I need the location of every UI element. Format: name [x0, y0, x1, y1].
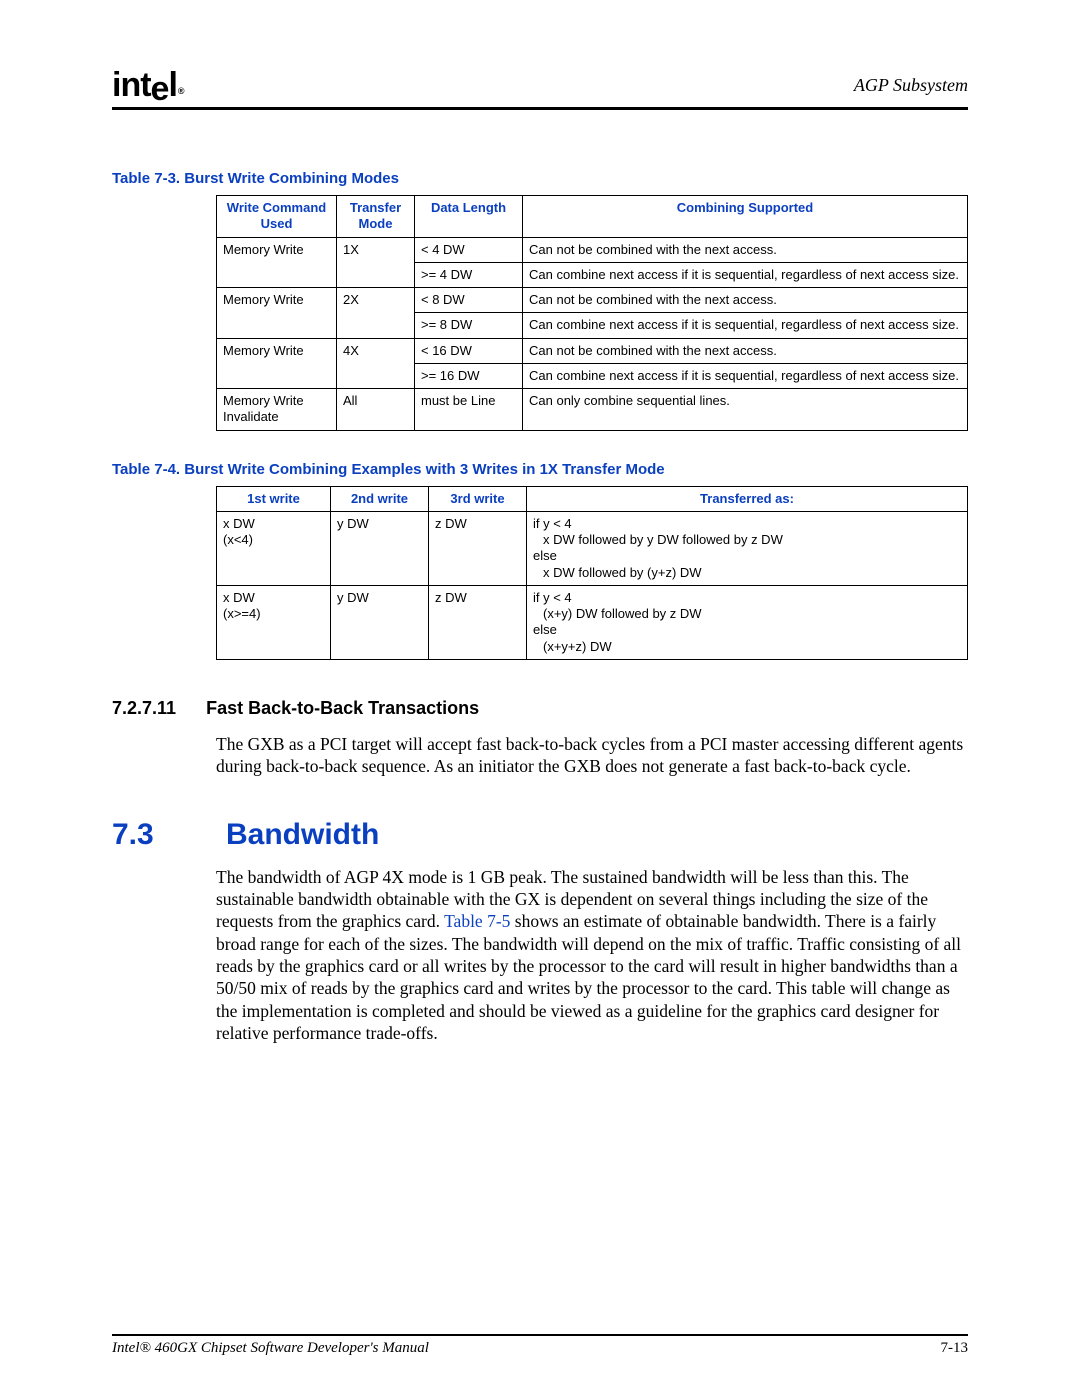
table-row: Memory Write 1X < 4 DW Can not be combin… — [217, 237, 968, 262]
cell: must be Line — [415, 389, 523, 431]
text: (x>=4) — [223, 606, 261, 621]
cell: Can combine next access if it is sequent… — [523, 262, 968, 287]
cell: x DW (x>=4) — [217, 585, 331, 659]
cell: Can combine next access if it is sequent… — [523, 313, 968, 338]
col-header: 1st write — [217, 486, 331, 511]
col-header: 2nd write — [331, 486, 429, 511]
text: else — [533, 622, 557, 637]
text: (x<4) — [223, 532, 253, 547]
text: x DW — [223, 590, 255, 605]
cell: Can only combine sequential lines. — [523, 389, 968, 431]
page-header: intel® AGP Subsystem — [112, 65, 968, 105]
subsection-title: Fast Back-to-Back Transactions — [206, 698, 479, 719]
table-7-4-caption: Table 7-4. Burst Write Combining Example… — [112, 461, 968, 478]
col-header: Write Command Used — [217, 196, 337, 238]
subsection-number: 7.2.7.11 — [112, 698, 176, 719]
cell: Can not be combined with the next access… — [523, 237, 968, 262]
col-header: Combining Supported — [523, 196, 968, 238]
text: if y < 4 — [533, 516, 572, 531]
cell: >= 16 DW — [415, 363, 523, 388]
cell: x DW (x<4) — [217, 511, 331, 585]
table-row: x DW (x<4) y DW z DW if y < 4 x DW follo… — [217, 511, 968, 585]
col-header: Transfer Mode — [337, 196, 415, 238]
intel-logo: intel® — [112, 66, 183, 105]
section-title: Bandwidth — [226, 818, 379, 852]
footer-manual-title: Intel® 460GX Chipset Software Developer'… — [112, 1340, 429, 1357]
subsection-heading: 7.2.7.11 Fast Back-to-Back Transactions — [112, 698, 968, 719]
table-7-3-caption: Table 7-3. Burst Write Combining Modes — [112, 170, 968, 187]
cell: Can not be combined with the next access… — [523, 338, 968, 363]
cell: Memory Write Invalidate — [217, 389, 337, 431]
header-rule — [112, 107, 968, 110]
cell: 1X — [337, 237, 415, 288]
footer-rule — [112, 1334, 968, 1336]
col-header: Data Length — [415, 196, 523, 238]
text: x DW — [223, 516, 255, 531]
cell: < 4 DW — [415, 237, 523, 262]
cell: y DW — [331, 511, 429, 585]
table-row: Memory Write 4X < 16 DW Can not be combi… — [217, 338, 968, 363]
text: x DW followed by (y+z) DW — [533, 565, 961, 581]
text: else — [533, 548, 557, 563]
cell: Memory Write — [217, 288, 337, 339]
paragraph: The bandwidth of AGP 4X mode is 1 GB pea… — [216, 866, 971, 1045]
text: (x+y) DW followed by z DW — [533, 606, 961, 622]
footer-page-number: 7-13 — [941, 1340, 969, 1357]
cell: Memory Write — [217, 237, 337, 288]
cell: if y < 4 x DW followed by y DW followed … — [527, 511, 968, 585]
section-number: 7.3 — [112, 818, 162, 852]
cell: y DW — [331, 585, 429, 659]
text: if y < 4 — [533, 590, 572, 605]
table-7-4: 1st write 2nd write 3rd write Transferre… — [216, 486, 968, 660]
cell: < 16 DW — [415, 338, 523, 363]
cell: Memory Write — [217, 338, 337, 389]
cell: Can combine next access if it is sequent… — [523, 363, 968, 388]
table-7-3: Write Command Used Transfer Mode Data Le… — [216, 195, 968, 431]
page-footer: Intel® 460GX Chipset Software Developer'… — [112, 1334, 968, 1357]
table-header-row: 1st write 2nd write 3rd write Transferre… — [217, 486, 968, 511]
col-header: 3rd write — [429, 486, 527, 511]
header-section-title: AGP Subsystem — [854, 75, 968, 96]
cell: Can not be combined with the next access… — [523, 288, 968, 313]
cell: >= 4 DW — [415, 262, 523, 287]
section-heading: 7.3 Bandwidth — [112, 818, 968, 852]
page: intel® AGP Subsystem Table 7-3. Burst Wr… — [0, 0, 1080, 1397]
text: x DW followed by y DW followed by z DW — [533, 532, 961, 548]
cell: < 8 DW — [415, 288, 523, 313]
table-header-row: Write Command Used Transfer Mode Data Le… — [217, 196, 968, 238]
cell: z DW — [429, 585, 527, 659]
col-header: Transferred as: — [527, 486, 968, 511]
cell: 2X — [337, 288, 415, 339]
cell: 4X — [337, 338, 415, 389]
table-row: x DW (x>=4) y DW z DW if y < 4 (x+y) DW … — [217, 585, 968, 659]
table-row: Memory Write Invalidate All must be Line… — [217, 389, 968, 431]
cell: All — [337, 389, 415, 431]
text: (x+y+z) DW — [533, 639, 961, 655]
table-reference-link[interactable]: Table 7-5 — [444, 911, 510, 931]
cell: if y < 4 (x+y) DW followed by z DW else … — [527, 585, 968, 659]
cell: >= 8 DW — [415, 313, 523, 338]
table-row: Memory Write 2X < 8 DW Can not be combin… — [217, 288, 968, 313]
cell: z DW — [429, 511, 527, 585]
paragraph: The GXB as a PCI target will accept fast… — [216, 733, 971, 778]
